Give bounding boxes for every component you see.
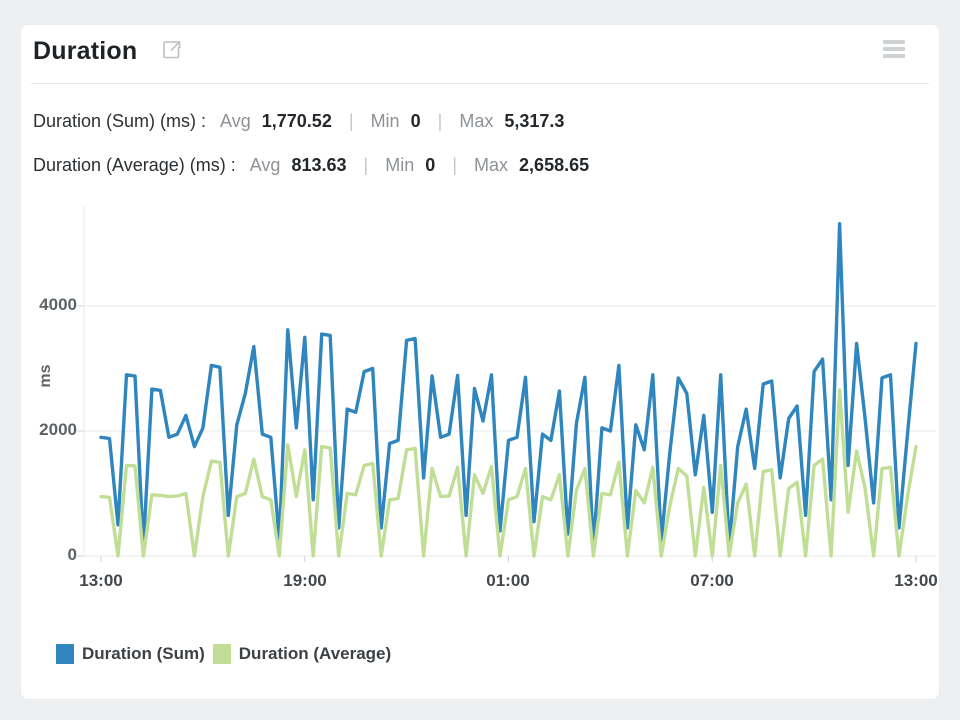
avg-value: 1,770.52 [262,111,332,131]
avg-value: 813.63 [291,155,346,175]
x-tick-3: 07:00 [677,571,747,591]
separator: | [438,111,443,131]
stats-row-average: Duration (Average) (ms) : Avg 813.63 | M… [33,155,589,176]
external-link-icon[interactable] [161,39,183,61]
max-label: Max [459,111,493,131]
header-divider [31,83,929,84]
separator: | [452,155,457,175]
legend-item-average[interactable]: Duration (Average) [213,644,399,664]
y-axis-label: ms [37,364,55,387]
x-tick-4: 13:00 [881,571,951,591]
y-tick-4000: 4000 [27,295,77,315]
chart-legend: Duration (Sum) Duration (Average) [56,643,399,665]
legend-item-sum[interactable]: Duration (Sum) [56,644,213,664]
legend-label-average: Duration (Average) [239,644,391,664]
stats-average-label: Duration (Average) (ms) : [33,155,236,175]
legend-label-sum: Duration (Sum) [82,644,205,664]
min-label: Min [371,111,400,131]
avg-label: Avg [220,111,251,131]
legend-swatch-sum [56,644,74,664]
stats-row-sum: Duration (Sum) (ms) : Avg 1,770.52 | Min… [33,111,564,132]
max-label: Max [474,155,508,175]
duration-widget-card: Duration Duration (Sum) (ms) : Avg 1,770… [20,24,940,700]
legend-swatch-average [213,644,231,664]
menu-icon[interactable] [883,40,907,60]
page-title: Duration [33,37,137,66]
menu-bar [883,54,905,58]
x-tick-0: 13:00 [66,571,136,591]
avg-label: Avg [250,155,281,175]
stats-sum-label: Duration (Sum) (ms) : [33,111,206,131]
x-tick-2: 01:00 [473,571,543,591]
min-value: 0 [411,111,421,131]
separator: | [349,111,354,131]
y-tick-0: 0 [27,545,77,565]
min-value: 0 [425,155,435,175]
max-value: 5,317.3 [504,111,564,131]
x-tick-1: 19:00 [270,571,340,591]
separator: | [364,155,369,175]
y-tick-2000: 2000 [27,420,77,440]
min-label: Min [385,155,414,175]
max-value: 2,658.65 [519,155,589,175]
menu-bar [883,40,905,44]
menu-bar [883,47,905,51]
